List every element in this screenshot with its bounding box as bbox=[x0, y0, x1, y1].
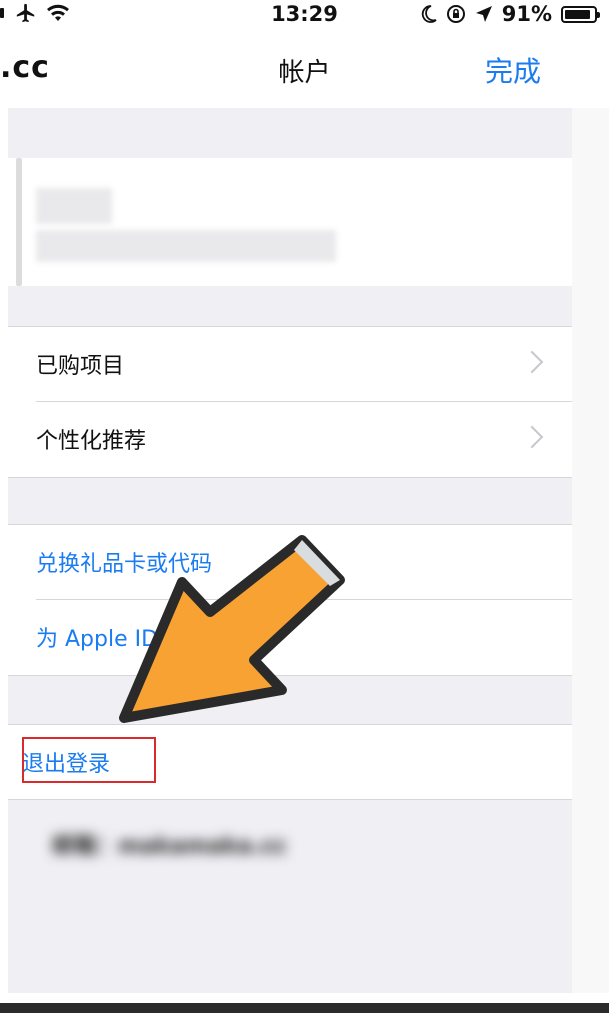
purchase-section: 已购项目 个性化推荐 bbox=[8, 326, 572, 478]
battery-fill bbox=[565, 9, 591, 19]
done-button[interactable]: 完成 bbox=[485, 50, 541, 90]
status-right: 91% bbox=[421, 2, 600, 26]
battery-percent: 91% bbox=[501, 2, 552, 26]
redacted-name bbox=[36, 188, 112, 224]
moon-icon bbox=[421, 5, 437, 23]
highlight-box bbox=[22, 737, 156, 783]
redacted-footer: 邮箱：makamaka.cc bbox=[52, 834, 287, 859]
menu-item-label: 个性化推荐 bbox=[36, 429, 147, 454]
redacted-email bbox=[36, 230, 336, 262]
rotation-lock-icon bbox=[446, 5, 465, 23]
account-card-edge bbox=[16, 158, 22, 286]
menu-item-label: 已购项目 bbox=[36, 354, 125, 379]
right-edge bbox=[572, 108, 609, 993]
bottom-bar bbox=[0, 1003, 609, 1013]
status-bar: 13:29 91% bbox=[0, 0, 609, 30]
location-icon bbox=[475, 6, 492, 22]
battery-icon bbox=[561, 5, 600, 23]
chevron-right-icon bbox=[520, 425, 544, 449]
menu-item-recommendations[interactable]: 个性化推荐 bbox=[8, 402, 572, 476]
menu-item-purchased[interactable]: 已购项目 bbox=[8, 327, 572, 401]
arrow-annotation-icon bbox=[119, 535, 345, 723]
account-card[interactable] bbox=[8, 158, 572, 286]
nav-bar: .cc 帐户 完成 bbox=[0, 30, 609, 108]
chevron-right-icon bbox=[520, 350, 544, 374]
